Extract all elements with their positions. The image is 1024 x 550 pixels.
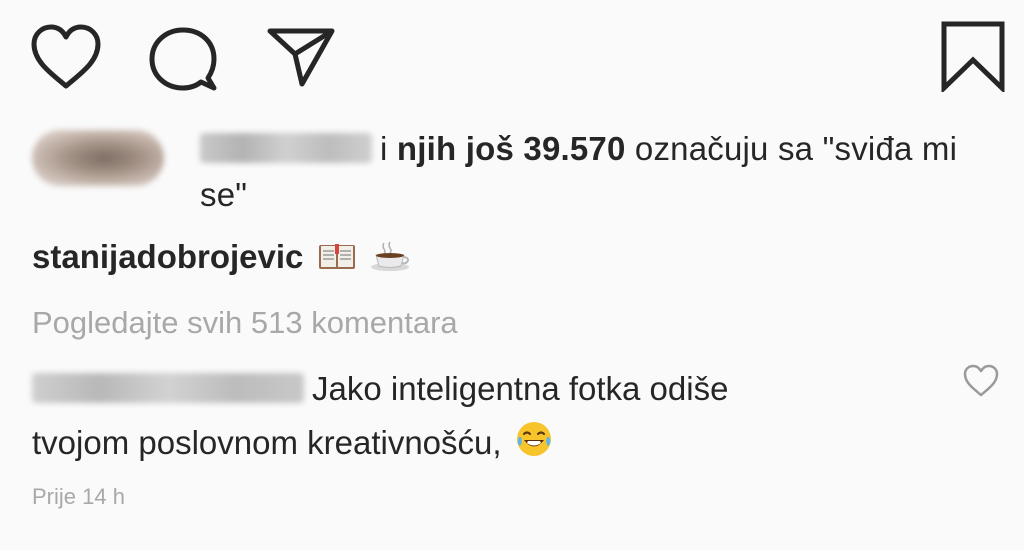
comment-bubble-icon[interactable] <box>148 26 218 92</box>
comment-item: Jako inteligentna fotka odiše tvojom pos… <box>32 358 999 468</box>
coffee-emoji <box>370 238 412 284</box>
small-heart-icon[interactable] <box>962 364 1000 398</box>
comment-line-2: tvojom poslovnom kreativnošću, <box>32 424 502 461</box>
open-book-emoji <box>317 238 357 284</box>
likes-connector: i <box>380 130 388 167</box>
post-timestamp: Prije 14 h <box>32 484 125 509</box>
likes-text[interactable]: i njih još 39.570 označuju sa "sviđa mi … <box>200 126 960 218</box>
heart-icon[interactable] <box>30 24 102 90</box>
liker-avatar[interactable] <box>32 130 164 186</box>
action-bar <box>0 0 1024 110</box>
comment-line-1: Jako inteligentna fotka odiše <box>312 370 729 407</box>
laughing-tears-emoji <box>515 420 553 474</box>
liker-username-blurred[interactable] <box>200 133 372 163</box>
caption-username[interactable]: stanijadobrojevic <box>32 238 303 275</box>
view-all-comments-link[interactable]: Pogledajte svih 513 komentara <box>32 300 458 346</box>
likes-count[interactable]: njih još 39.570 <box>397 130 626 167</box>
likes-summary: i njih još 39.570 označuju sa "sviđa mi … <box>32 126 992 226</box>
commenter-username-blurred[interactable] <box>32 373 304 403</box>
paper-plane-icon[interactable] <box>266 26 336 88</box>
comment-text: Jako inteligentna fotka odiše tvojom pos… <box>32 362 932 474</box>
bookmark-icon[interactable] <box>940 20 1006 92</box>
caption: stanijadobrojevic <box>32 234 412 284</box>
